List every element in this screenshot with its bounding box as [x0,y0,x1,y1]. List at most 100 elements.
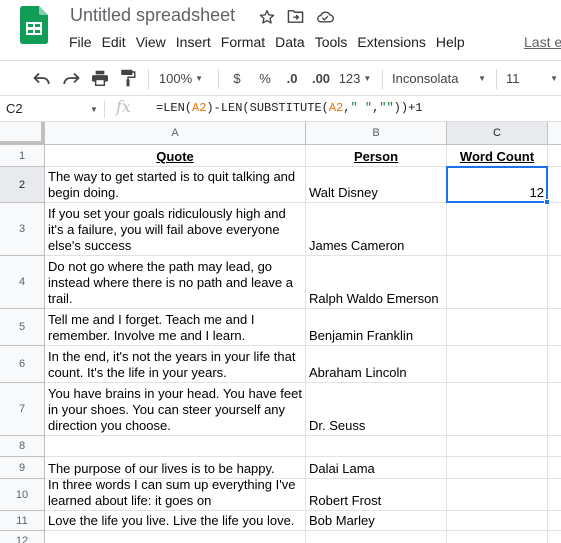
row-header-10[interactable]: 10 [0,479,45,511]
cell-d1[interactable] [548,145,561,167]
cell-a6[interactable]: In the end, it's not the years in your l… [45,346,306,383]
row-header-2[interactable]: 2 [0,167,45,203]
cell-b4[interactable]: Ralph Waldo Emerson [306,256,447,309]
cell-d5[interactable] [548,309,561,346]
row-header-1[interactable]: 1 [0,145,45,167]
cell-a10[interactable]: In three words I can sum up everything I… [45,479,306,511]
format-currency-button[interactable]: $ [228,61,246,95]
cell-b3[interactable]: James Cameron [306,203,447,256]
cell-b11[interactable]: Bob Marley [306,511,447,531]
row-header-8[interactable]: 8 [0,436,45,457]
cell-a2[interactable]: The way to get started is to quit talkin… [45,167,306,203]
cell-d10[interactable] [548,479,561,511]
font-select[interactable]: Inconsolata ▼ [392,61,486,95]
row-header-11[interactable]: 11 [0,511,45,531]
cell-c5[interactable] [447,309,548,346]
cell-c1[interactable]: Word Count [447,145,548,167]
formula-input[interactable]: =LEN(A2)-LEN(SUBSTITUTE(A2," ",""))+1 [156,101,422,115]
cloud-saved-icon[interactable] [314,6,335,27]
row-header-4[interactable]: 4 [0,256,45,309]
row-header-12[interactable]: 12 [0,531,45,543]
cell-a5[interactable]: Tell me and I forget. Teach me and I rem… [45,309,306,346]
cell-a12[interactable] [45,531,306,543]
paint-format-icon[interactable] [116,61,140,95]
formula-ref: A2 [328,101,344,115]
cell-c8[interactable] [447,436,548,457]
cell-b7[interactable]: Dr. Seuss [306,383,447,436]
cell-b1[interactable]: Person [306,145,447,167]
font-size-select[interactable]: 11 ▼ [506,61,558,95]
cell-b6[interactable]: Abraham Lincoln [306,346,447,383]
cell-c4[interactable] [447,256,548,309]
cell-a11[interactable]: Love the life you live. Live the life yo… [45,511,306,531]
cell-text: James Cameron [309,238,405,253]
print-icon[interactable] [88,61,112,95]
menu-data[interactable]: Data [270,32,310,52]
cell-d9[interactable] [548,457,561,479]
row-header-7[interactable]: 7 [0,383,45,436]
redo-icon[interactable] [59,61,83,95]
last-edit-link[interactable]: Last e [524,34,561,50]
cell-c10[interactable] [447,479,548,511]
cell-c3[interactable] [447,203,548,256]
format-percent-button[interactable]: % [255,61,275,95]
cell-b2[interactable]: Walt Disney [306,167,447,203]
cell-c12[interactable] [447,531,548,543]
column-header-next[interactable] [548,122,561,145]
star-icon[interactable] [256,6,277,27]
cell-c11[interactable] [447,511,548,531]
cell-d3[interactable] [548,203,561,256]
menu-view[interactable]: View [131,32,171,52]
menu-edit[interactable]: Edit [97,32,131,52]
undo-icon[interactable] [30,61,54,95]
increase-decimal-button[interactable]: .00 [309,61,333,95]
cell-d2[interactable] [548,167,561,203]
cell-b8[interactable] [306,436,447,457]
cell-c2[interactable]: 12 [447,167,548,203]
cell-b9[interactable]: Dalai Lama [306,457,447,479]
row-header-6[interactable]: 6 [0,346,45,383]
column-header-b[interactable]: B [306,122,447,145]
menu-extensions[interactable]: Extensions [352,32,430,52]
cell-a3[interactable]: If you set your goals ridiculously high … [45,203,306,256]
chevron-down-icon[interactable]: ▼ [90,105,98,114]
decrease-decimal-button[interactable]: .0 [281,61,303,95]
document-title[interactable]: Untitled spreadsheet [70,5,235,26]
cell-c9[interactable] [447,457,548,479]
name-box[interactable]: C2 [6,101,23,116]
cell-a9[interactable]: The purpose of our lives is to be happy. [45,457,306,479]
cell-b10[interactable]: Robert Frost [306,479,447,511]
cell-text: You have brains in your head. You have f… [48,386,302,433]
cell-d12[interactable] [548,531,561,543]
menu-help[interactable]: Help [431,32,470,52]
cell-d6[interactable] [548,346,561,383]
sheets-logo-icon[interactable] [20,6,48,44]
menu-insert[interactable]: Insert [171,32,216,52]
cell-c6[interactable] [447,346,548,383]
row-header-5[interactable]: 5 [0,309,45,346]
cell-a7[interactable]: You have brains in your head. You have f… [45,383,306,436]
cell-a4[interactable]: Do not go where the path may lead, go in… [45,256,306,309]
select-all-corner[interactable] [0,122,45,145]
menu-format[interactable]: Format [216,32,270,52]
menu-tools[interactable]: Tools [310,32,353,52]
column-header-a[interactable]: A [45,122,306,145]
cell-d4[interactable] [548,256,561,309]
fill-handle[interactable] [544,199,550,205]
zoom-select[interactable]: 100% ▼ [157,61,205,95]
cell-a8[interactable] [45,436,306,457]
cell-a1[interactable]: Quote [45,145,306,167]
move-to-folder-icon[interactable] [285,6,306,27]
cell-b12[interactable] [306,531,447,543]
cell-d7[interactable] [548,383,561,436]
cell-d11[interactable] [548,511,561,531]
row-header-3[interactable]: 3 [0,203,45,256]
more-formats-button[interactable]: 123 ▼ [338,61,372,95]
column-header-c[interactable]: C [447,122,548,145]
cell-d8[interactable] [548,436,561,457]
cell-b5[interactable]: Benjamin Franklin [306,309,447,346]
row-header-9[interactable]: 9 [0,457,45,479]
cell-text: Tell me and I forget. Teach me and I rem… [48,312,255,343]
menu-file[interactable]: File [64,32,97,52]
cell-c7[interactable] [447,383,548,436]
